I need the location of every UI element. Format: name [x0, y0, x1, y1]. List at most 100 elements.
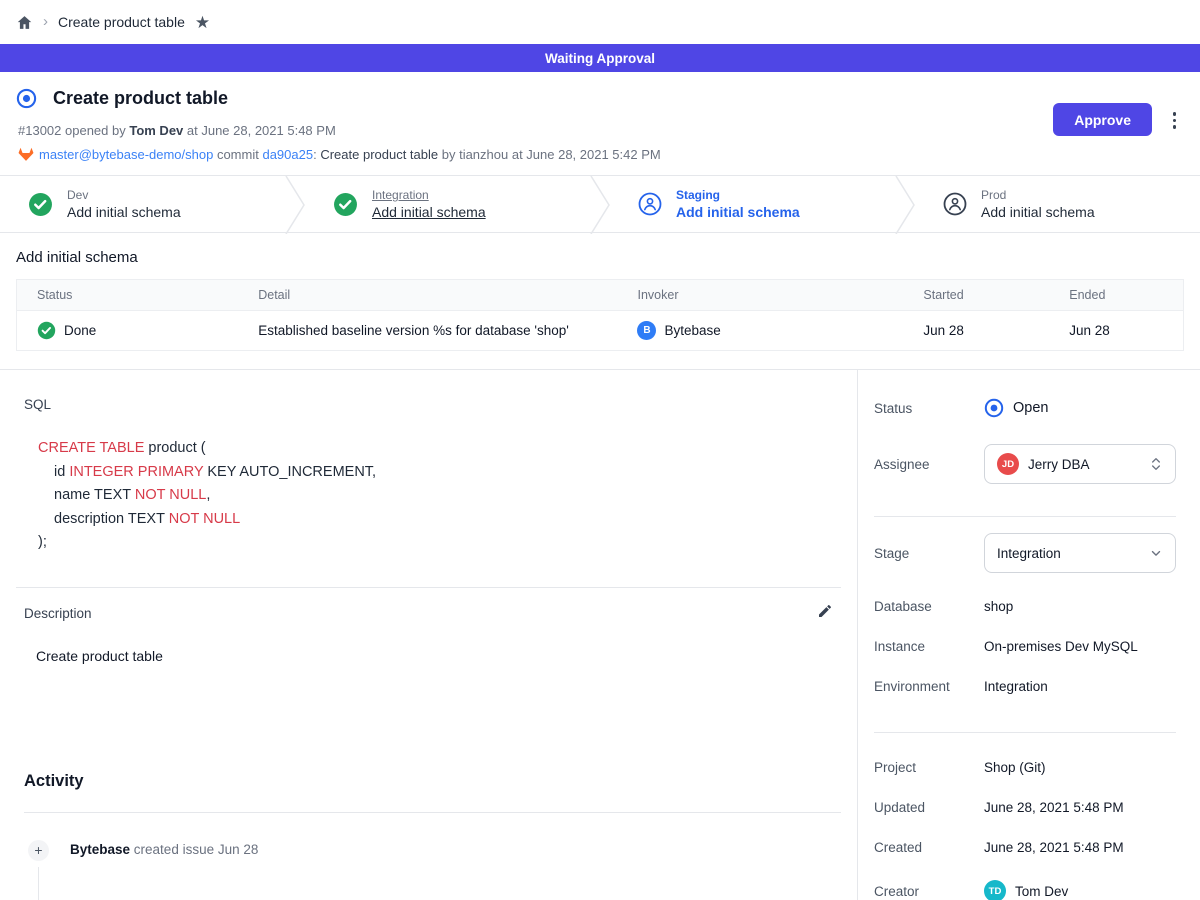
status-row: Status Open [874, 398, 1176, 418]
stage-staging[interactable]: Staging Add initial schema [610, 176, 895, 232]
task-section: Add initial schema Status Detail Invoker… [0, 233, 1200, 351]
sql-code: CREATE TABLE product ( id INTEGER PRIMAR… [38, 437, 841, 555]
column-header-status: Status [17, 280, 239, 311]
plus-icon: + [28, 840, 49, 861]
banner-text: Waiting Approval [545, 51, 655, 66]
waiting-approval-banner: Waiting Approval [0, 44, 1200, 72]
timeline-line [38, 867, 39, 900]
stage-env-label[interactable]: Integration [372, 188, 486, 202]
creator-avatar: TD [984, 880, 1006, 900]
database-value: shop [984, 599, 1013, 614]
instance-row: Instance On-premises Dev MySQL [874, 639, 1176, 654]
column-header-detail: Detail [238, 280, 617, 311]
edit-pencil-icon[interactable] [817, 603, 833, 624]
issue-author: Tom Dev [129, 123, 183, 138]
pipeline: Dev Add initial schema Integration Add i… [0, 175, 1200, 233]
task-heading: Add initial schema [16, 249, 1184, 266]
commit-hash-link[interactable]: da90a25 [262, 147, 313, 162]
stage-dev[interactable]: Dev Add initial schema [0, 176, 285, 232]
issue-title: Create product table [53, 88, 228, 109]
task-detail: Established baseline version %s for data… [238, 311, 617, 351]
gitlab-icon [18, 147, 34, 162]
stage-row: Stage Integration [874, 533, 1176, 573]
check-circle-icon [28, 192, 53, 217]
stage-env-label: Staging [676, 188, 800, 202]
environment-row: Environment Integration [874, 679, 1176, 694]
project-row: Project Shop (Git) [874, 760, 1176, 775]
issue-id: #13002 [18, 123, 61, 138]
task-status: Done [64, 323, 96, 338]
invoker-avatar: B [637, 321, 656, 340]
project-label: Project [874, 760, 984, 775]
up-down-chevron-icon [1149, 456, 1163, 472]
task-table: Status Detail Invoker Started Ended Done… [16, 279, 1184, 351]
stage-prod[interactable]: Prod Add initial schema [915, 176, 1200, 232]
table-row[interactable]: Done Established baseline version %s for… [17, 311, 1184, 351]
task-started: Jun 28 [903, 311, 1049, 351]
breadcrumb-title: Create product table [58, 14, 185, 30]
task-ended: Jun 28 [1049, 311, 1183, 351]
activity-heading: Activity [24, 772, 841, 791]
status-label: Status [874, 401, 984, 416]
status-value: Open [1013, 400, 1048, 416]
creator-value: Tom Dev [1015, 884, 1068, 899]
chevron-right-icon: › [43, 13, 48, 30]
stage-separator [285, 176, 305, 234]
stage-env-label: Prod [981, 188, 1095, 202]
star-icon[interactable]: ★ [195, 14, 210, 31]
column-header-started: Started [903, 280, 1049, 311]
column-header-ended: Ended [1049, 280, 1183, 311]
stage-env-label: Dev [67, 188, 181, 202]
person-circle-icon [943, 192, 967, 216]
repo-link[interactable]: master@bytebase-demo/shop [39, 147, 213, 162]
issue-meta: #13002 opened by Tom Dev at June 28, 202… [18, 123, 1184, 138]
sql-label: SQL [24, 397, 841, 412]
assignee-label: Assignee [874, 457, 984, 472]
description-text: Create product table [36, 648, 841, 664]
assignee-select[interactable]: JD Jerry DBA [984, 444, 1176, 484]
chevron-down-icon [1149, 546, 1163, 560]
database-label: Database [874, 599, 984, 614]
description-label: Description [24, 606, 92, 621]
commit-line: master@bytebase-demo/shop commit da90a25… [18, 147, 1184, 162]
created-label: Created [874, 840, 984, 855]
stage-task-link[interactable]: Add initial schema [372, 204, 486, 220]
stage-task-label: Add initial schema [981, 204, 1095, 220]
person-circle-icon [638, 192, 662, 216]
approve-button[interactable]: Approve [1053, 103, 1152, 136]
breadcrumb: › Create product table ★ [0, 0, 1200, 44]
open-status-icon [16, 88, 37, 109]
assignee-row: Assignee JD Jerry DBA [874, 444, 1176, 484]
project-value: Shop (Git) [984, 760, 1046, 775]
created-row: Created June 28, 2021 5:48 PM [874, 840, 1176, 855]
stage-select[interactable]: Integration [984, 533, 1176, 573]
stage-separator [590, 176, 610, 234]
stage-value: Integration [997, 546, 1140, 561]
creator-row: Creator TD Tom Dev [874, 880, 1176, 900]
instance-label: Instance [874, 639, 984, 654]
updated-label: Updated [874, 800, 984, 815]
updated-row: Updated June 28, 2021 5:48 PM [874, 800, 1176, 815]
environment-label: Environment [874, 679, 984, 694]
updated-value: June 28, 2021 5:48 PM [984, 800, 1124, 815]
more-options-icon[interactable] [1171, 110, 1179, 131]
open-status-icon [984, 398, 1004, 418]
activity-item: + Bytebase created issue Jun 28 [24, 840, 841, 900]
task-invoker: Bytebase [664, 323, 720, 338]
stage-separator [895, 176, 915, 234]
stage-task-label: Add initial schema [676, 204, 800, 220]
assignee-avatar: JD [997, 453, 1019, 475]
instance-value: On-premises Dev MySQL [984, 639, 1138, 654]
activity-actor: Bytebase [70, 842, 130, 857]
commit-message: Create product table [320, 147, 438, 162]
assignee-value: Jerry DBA [1028, 457, 1140, 472]
stage-task-label: Add initial schema [67, 204, 181, 220]
main-panel: SQL CREATE TABLE product ( id INTEGER PR… [0, 370, 858, 900]
column-header-invoker: Invoker [617, 280, 903, 311]
stage-integration[interactable]: Integration Add initial schema [305, 176, 590, 232]
stage-label: Stage [874, 546, 984, 561]
home-icon[interactable] [16, 14, 33, 31]
check-circle-icon [333, 192, 358, 217]
issue-header: Create product table #13002 opened by To… [0, 72, 1200, 175]
created-value: June 28, 2021 5:48 PM [984, 840, 1124, 855]
